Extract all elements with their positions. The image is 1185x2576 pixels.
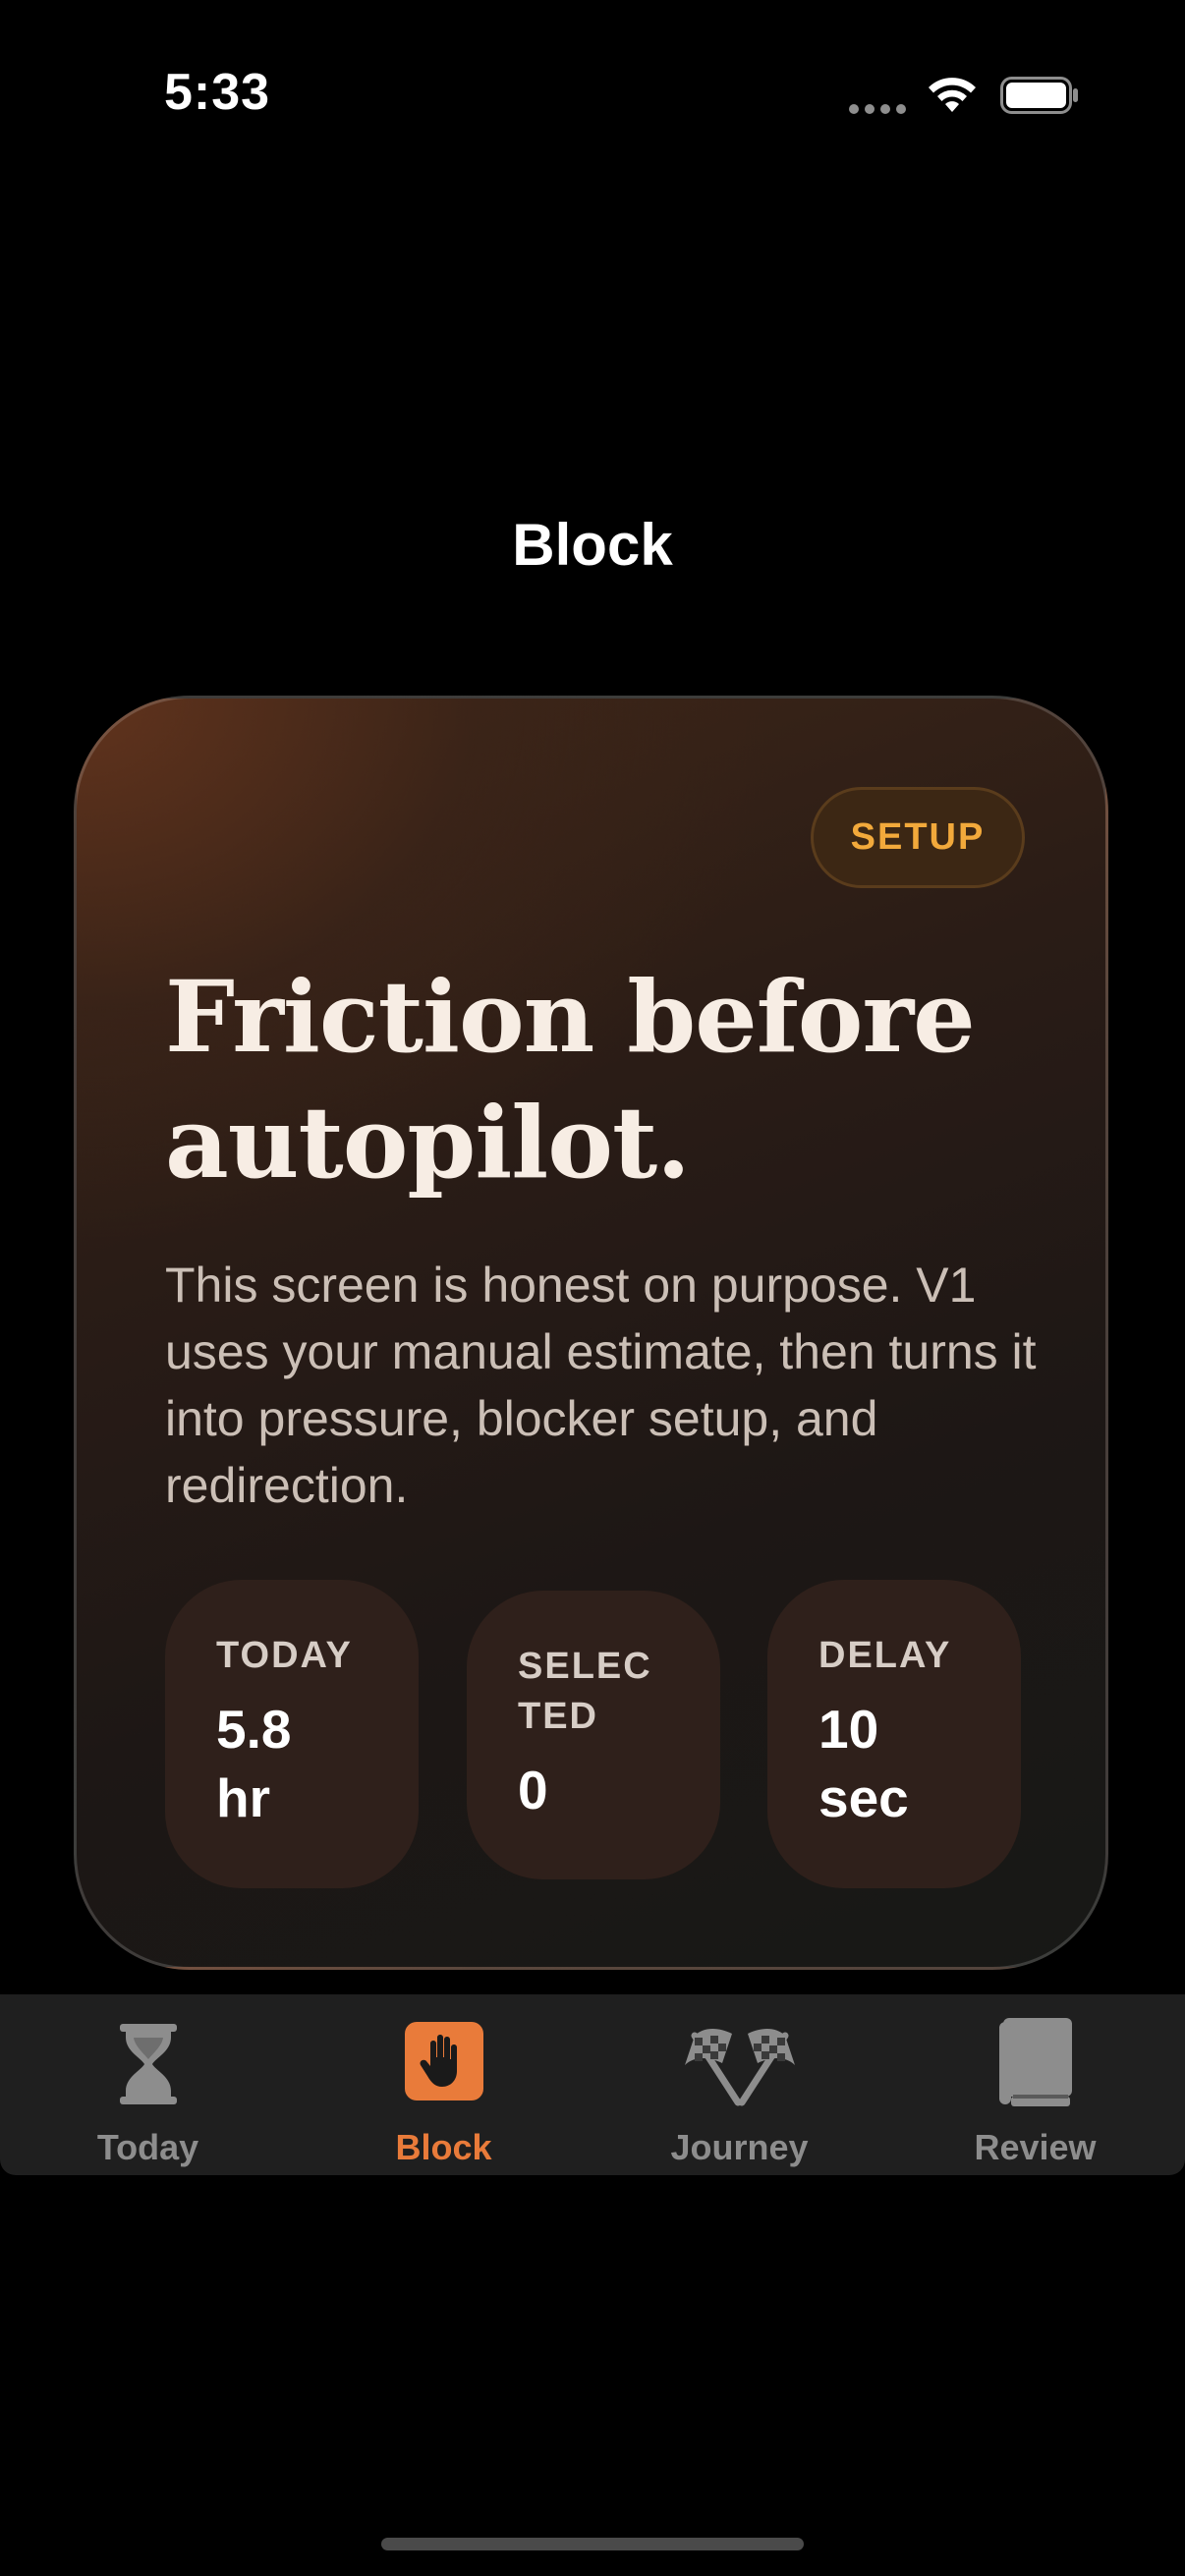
card-heading-line-2: autopilot. [165,1085,691,1201]
card-heading: Friction before autopilot. [165,954,1030,1205]
tab-today[interactable]: Today [0,1994,296,2175]
stat-label: DELAY [818,1631,995,1681]
stat-label: TODAY [216,1631,393,1681]
stat-label: SELEC TED [518,1642,695,1742]
tab-label: Review [974,2127,1097,2167]
block-summary-card: SETUP Friction before autopilot. This sc… [74,696,1108,1970]
stat-value: 0 [518,1756,695,1824]
cellular-signal-icon [849,104,908,114]
tab-block[interactable]: Block [296,1994,592,2175]
wifi-icon [929,78,976,112]
checkered-flags-icon [684,2029,795,2106]
stat-value-number: 0 [518,1760,548,1820]
home-indicator[interactable] [381,2538,804,2550]
stat-delay: DELAY 10 sec [767,1580,1021,1888]
stat-selected: SELEC TED 0 [467,1591,720,1879]
tab-review[interactable]: Review [887,1994,1183,2175]
stat-value-number: 10 [818,1699,879,1760]
setup-badge[interactable]: SETUP [811,787,1025,888]
tab-label: Block [395,2127,492,2167]
card-heading-line-1: Friction before [165,959,976,1075]
stat-value-unit: hr [216,1767,270,1828]
card-description: This screen is honest on purpose. V1 use… [165,1258,1037,1513]
stat-value: 5.8 hr [216,1695,393,1832]
battery-icon [1000,77,1078,114]
tab-bar: Today Block Journey Review [0,1994,1185,2175]
book-icon [998,2018,1072,2106]
status-time: 5:33 [164,64,271,121]
tab-label: Today [96,2127,199,2167]
hand-raised-icon [404,2022,483,2100]
stat-value-unit: sec [818,1767,909,1828]
page-title: Block [512,512,673,578]
status-bar: 5:33 [0,0,1185,196]
stat-label-line: SELEC [518,1646,652,1687]
stat-label-line: DELAY [818,1635,952,1676]
stat-value: 10 sec [818,1695,995,1832]
stat-value-number: 5.8 [216,1699,292,1760]
stat-today: TODAY 5.8 hr [165,1580,419,1888]
hourglass-icon [119,2024,177,2104]
stat-label-line: TED [518,1696,598,1737]
tab-journey[interactable]: Journey [592,1994,887,2175]
tab-label: Journey [670,2127,809,2167]
stat-label-line: TODAY [216,1635,353,1676]
